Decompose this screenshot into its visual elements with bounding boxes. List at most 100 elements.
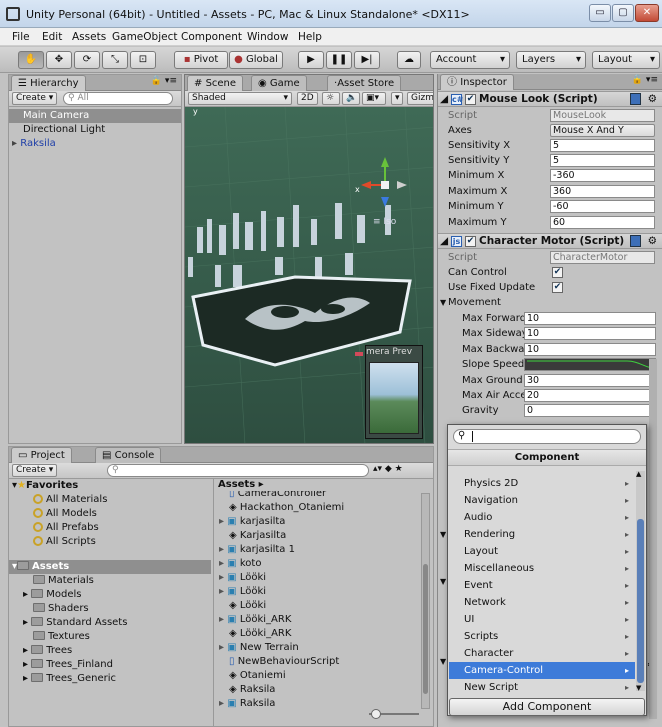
expand-arrow-icon[interactable]: ▸ — [23, 673, 28, 684]
account-dropdown[interactable]: Account ▾ — [430, 51, 510, 69]
foldout-arrow-icon[interactable]: ▼ — [440, 530, 446, 539]
list-item[interactable]: ▸ ▣ koto — [219, 557, 261, 571]
category-camera-control[interactable]: Camera-Control ▸ — [449, 662, 635, 679]
minimum-y-input[interactable]: -60 — [550, 200, 655, 213]
gear-icon[interactable]: ⚙ — [648, 92, 657, 107]
pause-button[interactable]: ❚❚ — [326, 51, 352, 69]
category-new-script[interactable]: New Script ▸ — [449, 679, 635, 694]
tab-console[interactable]: ▤ Console — [95, 447, 162, 463]
category-layout[interactable]: Layout ▸ — [449, 543, 635, 560]
tab-inspector[interactable]: ⓘ Inspector — [440, 74, 514, 90]
expand-arrow-icon[interactable]: ▸ — [219, 614, 224, 625]
menu-help[interactable]: Help — [298, 31, 322, 43]
folder-item[interactable]: Textures — [33, 630, 90, 644]
max-sideways-speed-input[interactable]: 10 — [524, 327, 656, 340]
category-character[interactable]: Character ▸ — [449, 645, 635, 662]
menu-file[interactable]: File — [12, 31, 30, 43]
step-button[interactable]: ▶| — [354, 51, 380, 69]
favorite-item[interactable]: All Prefabs — [33, 521, 99, 535]
audio-icon[interactable]: 🔈 — [342, 92, 360, 105]
expand-arrow-icon[interactable]: ▸ — [219, 642, 224, 653]
folder-item[interactable]: ▸ Trees_Generic — [23, 672, 116, 686]
category-network[interactable]: Network ▸ — [449, 594, 635, 611]
use-fixed-update-checkbox[interactable]: ✔ — [552, 282, 563, 293]
filter-icons[interactable]: ▴▾ ◆ ★ — [373, 464, 403, 474]
character-motor-header[interactable]: ◢ js ✔ Character Motor (Script) ⚙ — [438, 233, 662, 249]
list-item[interactable]: ▸ ▣ karjasilta 1 — [219, 543, 295, 557]
light-icon[interactable]: ☼ — [322, 92, 340, 105]
maximum-y-input[interactable]: 60 — [550, 216, 655, 229]
maximize-button[interactable]: ▢ — [612, 4, 634, 22]
folder-item[interactable]: ▸ Standard Assets — [23, 616, 127, 630]
gravity-input[interactable]: 0 — [524, 404, 656, 417]
category-navigation[interactable]: Navigation ▸ — [449, 492, 635, 509]
folder-item[interactable]: ▸ Models — [23, 588, 81, 602]
list-item[interactable]: ◈ Lööki_ARK — [229, 627, 291, 641]
iso-label[interactable]: ≡ Iso — [373, 217, 396, 227]
layout-dropdown[interactable]: Layout ▾ — [592, 51, 660, 69]
expand-arrow-icon[interactable]: ▸ — [23, 589, 28, 600]
list-item[interactable]: ◈ Raksila — [229, 683, 275, 697]
max-forward-speed-input[interactable]: 10 — [524, 312, 656, 325]
inspector-scrollbar[interactable] — [649, 359, 657, 719]
expand-arrow-icon[interactable]: ▸ — [23, 659, 28, 670]
file-list-scrollbar[interactable] — [421, 493, 430, 709]
max-ground-accel-input[interactable]: 30 — [524, 374, 656, 387]
cm-script-object-field[interactable]: CharacterMotor — [550, 251, 655, 264]
menu-assets[interactable]: Assets — [72, 31, 106, 43]
folder-item[interactable]: Materials — [33, 574, 94, 588]
list-item[interactable]: ▸ ▣ Lööki_ARK — [219, 613, 291, 627]
hierarchy-create-button[interactable]: Create ▾ — [12, 92, 58, 105]
expand-arrow-icon[interactable]: ▸ — [219, 698, 224, 709]
scale-tool-icon[interactable]: ⤡ — [102, 51, 128, 69]
play-button[interactable]: ▶ — [298, 51, 324, 69]
folder-item[interactable]: Shaders — [33, 602, 89, 616]
project-search-input[interactable]: ⚲ — [107, 464, 369, 477]
menu-component[interactable]: Component — [181, 31, 242, 43]
list-item[interactable]: ◈ Lööki — [229, 599, 266, 613]
pivot-toggle[interactable]: ▪ Pivot — [174, 51, 228, 69]
list-item[interactable]: ◈ Otaniemi — [229, 669, 286, 683]
scroll-down-icon[interactable]: ▼ — [636, 684, 641, 692]
rotate-tool-icon[interactable]: ⟳ — [74, 51, 100, 69]
menu-window[interactable]: Window — [247, 31, 288, 43]
favorites-header[interactable]: ▾★Favorites — [12, 479, 78, 493]
global-toggle[interactable]: ● Global — [229, 51, 283, 69]
expand-arrow-icon[interactable]: ▸ — [219, 572, 224, 583]
list-item[interactable]: ◈ Hackathon_Otaniemi — [229, 501, 344, 515]
sensitivity-y-input[interactable]: 5 — [550, 154, 655, 167]
hierarchy-item-raksila[interactable]: ▸ Raksila — [9, 137, 181, 151]
expand-arrow-icon[interactable]: ▸ — [219, 586, 224, 597]
help-book-icon[interactable] — [630, 235, 641, 247]
tab-hierarchy[interactable]: ☰ Hierarchy — [11, 75, 86, 91]
hierarchy-item-directional-light[interactable]: Directional Light — [9, 123, 181, 137]
favorite-item[interactable]: All Scripts — [33, 535, 96, 549]
menu-edit[interactable]: Edit — [42, 31, 62, 43]
component-search-input[interactable]: ⚲ — [453, 429, 641, 444]
foldout-arrow-icon[interactable]: ▼ — [440, 657, 446, 666]
help-book-icon[interactable] — [630, 93, 641, 105]
rect-tool-icon[interactable]: ⊡ — [130, 51, 156, 69]
foldout-arrow-icon[interactable]: ▼ — [440, 295, 446, 310]
character-motor-enabled-checkbox[interactable]: ✔ — [465, 236, 476, 247]
foldout-arrow-icon[interactable]: ◢ — [440, 234, 448, 249]
popup-scrollbar[interactable]: ▲ ▼ — [636, 470, 645, 692]
slider-handle[interactable] — [371, 709, 381, 719]
list-item[interactable]: ▸ ▣ karjasilta — [219, 515, 285, 529]
hierarchy-item-main-camera[interactable]: Main Camera — [9, 109, 181, 123]
list-item[interactable]: ▸ ▣ Lööki — [219, 585, 266, 599]
scrollbar-thumb[interactable] — [637, 519, 644, 683]
max-backwards-speed-input[interactable]: 10 — [524, 343, 656, 356]
expand-arrow-icon[interactable]: ▸ — [219, 544, 224, 555]
hierarchy-search-input[interactable]: ⚲ All — [63, 92, 173, 105]
expand-arrow-icon[interactable]: ▸ — [12, 138, 17, 149]
foldout-arrow-icon[interactable]: ▼ — [440, 577, 446, 586]
scrollbar-thumb[interactable] — [423, 564, 428, 694]
favorite-item[interactable]: All Models — [33, 507, 97, 521]
tab-scene[interactable]: # Scene — [187, 75, 244, 91]
max-air-accel-input[interactable]: 20 — [524, 389, 656, 402]
folder-item[interactable]: ▸ Trees — [23, 644, 72, 658]
assets-folder-root[interactable]: ▾ Assets — [9, 560, 211, 574]
assets-breadcrumb[interactable]: Assets ▸ — [218, 478, 264, 492]
can-control-checkbox[interactable]: ✔ — [552, 267, 563, 278]
